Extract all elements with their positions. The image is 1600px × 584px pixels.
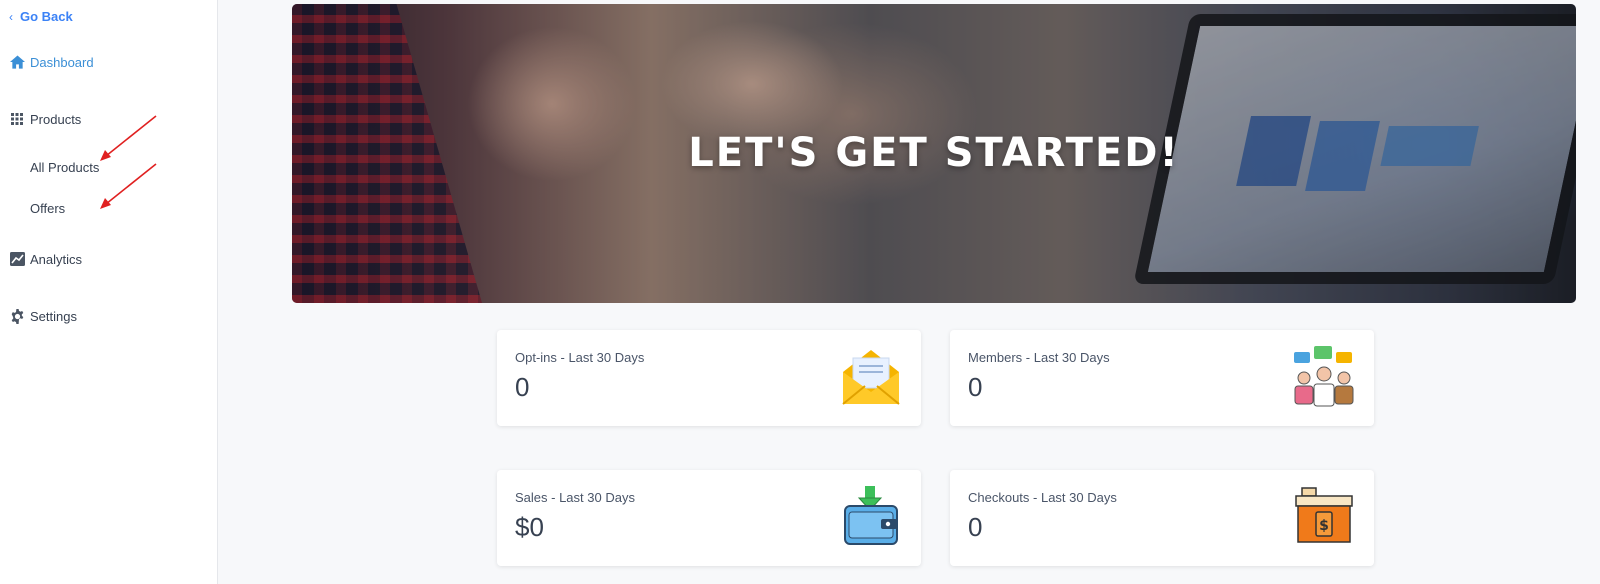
hero-title: LET'S GET STARTED!: [688, 130, 1180, 176]
envelope-icon: [842, 350, 900, 405]
sidebar-item-analytics[interactable]: Analytics: [9, 251, 82, 267]
stat-label: Sales - Last 30 Days: [515, 490, 635, 505]
gear-icon: [9, 308, 25, 324]
stat-value: 0: [515, 372, 530, 402]
chevron-left-icon: ‹: [9, 9, 13, 24]
grid-icon: [9, 111, 25, 127]
stat-card-checkouts: Checkouts - Last 30 Days 0 $: [950, 470, 1374, 566]
sidebar-item-label: Analytics: [30, 251, 83, 267]
go-back-label: Go Back: [20, 9, 73, 24]
stat-label: Members - Last 30 Days: [968, 350, 1110, 365]
chart-icon: [9, 251, 25, 267]
sidebar-subitem-offers[interactable]: Offers: [30, 201, 65, 216]
annotation-arrow-icon: [100, 163, 157, 209]
svg-text:$: $: [1319, 518, 1329, 534]
sidebar-item-label: Settings: [30, 308, 77, 324]
stat-value: $0: [515, 512, 544, 542]
sidebar-item-label: Dashboard: [30, 54, 94, 70]
sidebar-item-settings[interactable]: Settings: [9, 308, 77, 324]
home-icon: [9, 54, 25, 70]
hero-banner: LET'S GET STARTED!: [292, 4, 1576, 303]
sidebar: ‹ Go Back Dashboard Products All Product…: [0, 0, 218, 584]
stat-label: Opt-ins - Last 30 Days: [515, 350, 645, 365]
stat-value: 0: [968, 512, 983, 542]
sidebar-item-products[interactable]: Products: [9, 111, 81, 127]
register-icon: $: [1295, 487, 1353, 543]
members-icon: [1294, 346, 1354, 407]
stat-label: Checkouts - Last 30 Days: [968, 490, 1117, 505]
stat-card-optins: Opt-ins - Last 30 Days 0: [497, 330, 921, 426]
wallet-icon: [844, 486, 898, 545]
stat-value: 0: [968, 372, 983, 402]
stat-card-sales: Sales - Last 30 Days $0: [497, 470, 921, 566]
sidebar-item-dashboard[interactable]: Dashboard: [9, 54, 94, 70]
go-back-link[interactable]: ‹ Go Back: [9, 9, 73, 24]
annotation-arrow-icon: [100, 115, 157, 161]
sidebar-subitem-all-products[interactable]: All Products: [30, 160, 99, 175]
sidebar-item-label: Products: [30, 111, 82, 127]
stat-card-members: Members - Last 30 Days 0: [950, 330, 1374, 426]
